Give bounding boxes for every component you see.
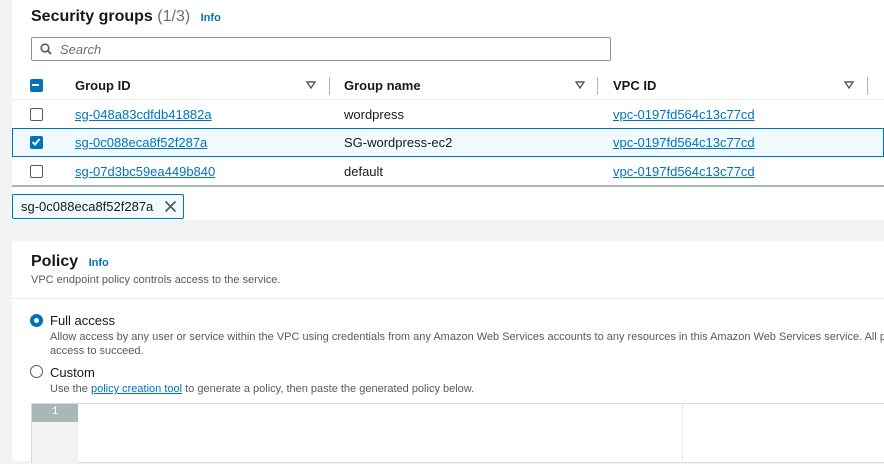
group-name-cell: default xyxy=(344,164,384,179)
column-resizer[interactable] xyxy=(597,77,598,95)
security-groups-title: Security groups (1/3) Info xyxy=(31,8,221,26)
select-all-checkbox[interactable] xyxy=(30,79,43,92)
full-access-radio[interactable] xyxy=(30,314,43,327)
table-row[interactable]: sg-048a83cdfdb41882a wordpress vpc-0197f… xyxy=(12,100,884,129)
custom-description-text: to generate a policy, then paste the gen… xyxy=(182,383,475,395)
group-id-link[interactable]: sg-048a83cdfdb41882a xyxy=(75,107,212,122)
selection-count: (1/3) xyxy=(157,8,191,25)
policy-header: Policy Info VPC endpoint policy controls… xyxy=(12,241,884,299)
table-row[interactable]: sg-07d3bc59ea449b840 default vpc-0197fd5… xyxy=(12,157,884,186)
token-label: sg-0c088eca8f52f287a xyxy=(21,199,154,214)
sort-caret-icon[interactable] xyxy=(306,81,316,89)
table-divider xyxy=(12,185,884,187)
policy-title: Policy Info xyxy=(31,253,109,271)
column-header-vpc-id[interactable]: VPC ID xyxy=(613,78,656,93)
row-checkbox[interactable] xyxy=(30,108,43,121)
column-resizer[interactable] xyxy=(329,77,330,95)
check-icon xyxy=(31,138,41,146)
policy-creation-tool-link[interactable]: policy creation tool xyxy=(91,383,182,395)
policy-panel: Policy Info VPC endpoint policy controls… xyxy=(12,241,884,464)
full-access-description-line: access to succeed. xyxy=(50,345,144,357)
editor-print-margin xyxy=(682,404,683,464)
policy-info-link[interactable]: Info xyxy=(89,257,109,269)
close-icon[interactable] xyxy=(164,200,177,213)
vpc-id-link[interactable]: vpc-0197fd564c13c77cd xyxy=(613,135,755,150)
table-header: Group ID Group name VPC ID xyxy=(12,72,884,100)
custom-label[interactable]: Custom xyxy=(50,365,95,380)
full-access-description-line: Allow access by any user or service with… xyxy=(50,331,884,343)
row-checkbox[interactable] xyxy=(30,136,43,149)
vpc-id-link[interactable]: vpc-0197fd564c13c77cd xyxy=(613,107,755,122)
policy-editor[interactable]: 1 xyxy=(31,403,884,464)
security-groups-info-link[interactable]: Info xyxy=(201,12,221,24)
sort-caret-icon[interactable] xyxy=(844,81,854,89)
column-resizer[interactable] xyxy=(867,77,868,95)
search-icon xyxy=(40,43,52,55)
sort-caret-icon[interactable] xyxy=(575,81,585,89)
column-header-group-id[interactable]: Group ID xyxy=(75,78,131,93)
row-checkbox[interactable] xyxy=(30,165,43,178)
security-groups-title-text: Security groups xyxy=(31,8,153,25)
group-id-link[interactable]: sg-07d3bc59ea449b840 xyxy=(75,164,215,179)
group-name-cell: wordpress xyxy=(344,107,404,122)
policy-title-text: Policy xyxy=(31,253,79,270)
custom-description: Use the policy creation tool to generate… xyxy=(50,382,884,396)
search-box[interactable] xyxy=(31,37,611,61)
table-row[interactable]: sg-0c088eca8f52f287a SG-wordpress-ec2 vp… xyxy=(12,128,884,157)
group-name-cell: SG-wordpress-ec2 xyxy=(344,135,453,150)
policy-description: VPC endpoint policy controls access to t… xyxy=(31,274,281,286)
search-input[interactable] xyxy=(60,38,600,60)
selected-group-token: sg-0c088eca8f52f287a xyxy=(12,194,185,219)
custom-radio[interactable] xyxy=(30,365,43,378)
group-id-link[interactable]: sg-0c088eca8f52f287a xyxy=(75,135,207,150)
full-access-description: Allow access by any user or service with… xyxy=(50,330,884,358)
custom-description-text: Use the xyxy=(50,383,91,395)
editor-gutter: 1 xyxy=(32,404,78,464)
vpc-id-link[interactable]: vpc-0197fd564c13c77cd xyxy=(613,164,755,179)
column-header-group-name[interactable]: Group name xyxy=(344,78,421,93)
line-number: 1 xyxy=(32,404,78,422)
full-access-label[interactable]: Full access xyxy=(50,313,115,328)
